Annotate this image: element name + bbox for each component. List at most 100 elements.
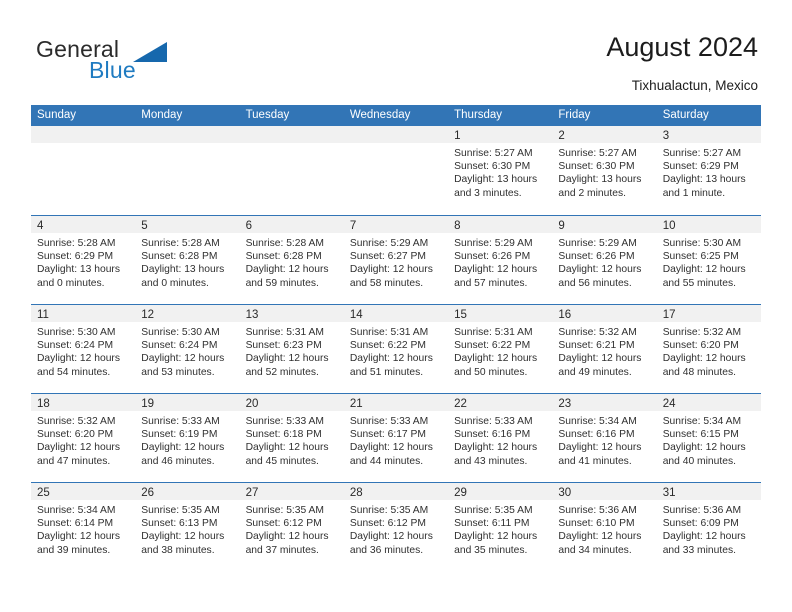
- day-number: 22: [454, 398, 467, 410]
- day-number-band: 20: [239, 394, 344, 411]
- day-number-band: 1: [448, 126, 553, 143]
- sunset-time: Sunset: 6:28 PM: [141, 251, 218, 263]
- day-number-band: [31, 126, 136, 143]
- calendar-day-cell[interactable]: 12 Sunrise: 5:30 AM Sunset: 6:24 PM Dayligh…: [135, 305, 240, 393]
- calendar-day-cell[interactable]: 1 Sunrise: 5:27 AM Sunset: 6:30 PM Daylight…: [448, 126, 553, 215]
- daylight-duration-line2: and 48 minutes.: [662, 366, 736, 378]
- sunset-time: Sunset: 6:18 PM: [245, 429, 322, 441]
- calendar-day-cell[interactable]: 3 Sunrise: 5:27 AM Sunset: 6:29 PM Daylight…: [656, 126, 761, 215]
- daylight-duration-line2: and 58 minutes.: [349, 277, 424, 289]
- weekday-header-sunday: Sunday: [37, 109, 77, 121]
- day-number-band: 31: [656, 483, 761, 500]
- daylight-duration-line1: Daylight: 12 hours: [454, 531, 538, 543]
- sunrise-time: Sunrise: 5:31 AM: [454, 327, 533, 338]
- day-number-band: 14: [343, 305, 449, 322]
- daylight-duration-line2: and 0 minutes.: [141, 277, 209, 289]
- page-header: General Blue August 2024 Tixhualactun, M…: [0, 0, 792, 100]
- daylight-duration-line1: Daylight: 12 hours: [454, 264, 538, 276]
- day-details: Sunrise: 5:34 AM Sunset: 6:15 PM Daylight:…: [657, 411, 761, 468]
- day-number-band: 25: [31, 483, 136, 500]
- calendar-day-cell[interactable]: 26 Sunrise: 5:35 AM Sunset: 6:13 PM Dayligh…: [135, 483, 240, 571]
- calendar-day-cell[interactable]: 9 Sunrise: 5:29 AM Sunset: 6:26 PM Daylight…: [552, 216, 657, 304]
- day-details: Sunrise: 5:29 AM Sunset: 6:26 PM Daylight:…: [448, 233, 552, 290]
- sunset-time: Sunset: 6:24 PM: [37, 340, 114, 352]
- calendar-day-cell[interactable]: 2 Sunrise: 5:27 AM Sunset: 6:30 PM Daylight…: [552, 126, 657, 215]
- calendar-day-cell[interactable]: 11 Sunrise: 5:30 AM Sunset: 6:24 PM Dayligh…: [31, 305, 136, 393]
- sunset-time: Sunset: 6:13 PM: [141, 518, 218, 530]
- daylight-duration-line1: Daylight: 12 hours: [349, 531, 433, 543]
- daylight-duration-line1: Daylight: 12 hours: [662, 531, 746, 543]
- day-details: Sunrise: 5:35 AM Sunset: 6:13 PM Daylight:…: [135, 500, 239, 557]
- sunrise-time: Sunrise: 5:35 AM: [245, 505, 324, 516]
- day-details: Sunrise: 5:31 AM Sunset: 6:22 PM Daylight:…: [448, 322, 552, 379]
- calendar-day-cell[interactable]: 31 Sunrise: 5:36 AM Sunset: 6:09 PM Dayligh…: [656, 483, 761, 571]
- calendar-day-cell-empty: [135, 126, 240, 215]
- day-number: 19: [141, 398, 155, 410]
- calendar-day-cell[interactable]: 14 Sunrise: 5:31 AM Sunset: 6:22 PM Dayligh…: [343, 305, 449, 393]
- calendar-day-cell[interactable]: 30 Sunrise: 5:36 AM Sunset: 6:10 PM Dayligh…: [552, 483, 657, 571]
- daylight-duration-line1: Daylight: 12 hours: [245, 353, 329, 365]
- day-number-band: 8: [448, 216, 553, 233]
- day-details: Sunrise: 5:27 AM Sunset: 6:29 PM Daylight:…: [657, 143, 761, 200]
- calendar-day-cell[interactable]: 16 Sunrise: 5:32 AM Sunset: 6:21 PM Dayligh…: [552, 305, 657, 393]
- day-details: Sunrise: 5:30 AM Sunset: 6:24 PM Daylight:…: [31, 322, 135, 379]
- daylight-duration-line2: and 37 minutes.: [245, 544, 319, 556]
- day-details: Sunrise: 5:34 AM Sunset: 6:16 PM Daylight:…: [552, 411, 656, 468]
- daylight-duration-line1: Daylight: 13 hours: [662, 174, 746, 186]
- calendar-day-cell[interactable]: 18 Sunrise: 5:32 AM Sunset: 6:20 PM Dayligh…: [31, 394, 136, 482]
- daylight-duration-line1: Daylight: 12 hours: [558, 353, 642, 365]
- sunset-time: Sunset: 6:09 PM: [662, 518, 739, 530]
- calendar-day-cell[interactable]: 15 Sunrise: 5:31 AM Sunset: 6:22 PM Dayligh…: [448, 305, 553, 393]
- calendar-day-cell[interactable]: 4 Sunrise: 5:28 AM Sunset: 6:29 PM Daylight…: [31, 216, 136, 304]
- day-details: Sunrise: 5:34 AM Sunset: 6:14 PM Daylight:…: [31, 500, 135, 557]
- day-number-band: 24: [656, 394, 761, 411]
- day-details: Sunrise: 5:29 AM Sunset: 6:26 PM Daylight:…: [552, 233, 656, 290]
- day-number-band: 11: [31, 305, 136, 322]
- calendar-day-cell[interactable]: 25 Sunrise: 5:34 AM Sunset: 6:14 PM Dayligh…: [31, 483, 136, 571]
- day-number-band: 28: [343, 483, 449, 500]
- daylight-duration-line1: Daylight: 12 hours: [245, 264, 329, 276]
- sunrise-time: Sunrise: 5:34 AM: [37, 505, 116, 516]
- calendar-day-cell[interactable]: 6 Sunrise: 5:28 AM Sunset: 6:28 PM Daylight…: [239, 216, 344, 304]
- calendar-day-cell[interactable]: 13 Sunrise: 5:31 AM Sunset: 6:23 PM Dayligh…: [239, 305, 344, 393]
- daylight-duration-line2: and 44 minutes.: [349, 455, 424, 467]
- daylight-duration-line1: Daylight: 12 hours: [662, 442, 746, 454]
- day-number: 7: [349, 220, 357, 232]
- daylight-duration-line1: Daylight: 12 hours: [141, 442, 225, 454]
- calendar-day-cell[interactable]: 7 Sunrise: 5:29 AM Sunset: 6:27 PM Daylight…: [343, 216, 449, 304]
- day-number: 30: [558, 487, 572, 499]
- calendar-day-cell[interactable]: 20 Sunrise: 5:33 AM Sunset: 6:18 PM Dayligh…: [239, 394, 344, 482]
- general-blue-logo[interactable]: General Blue: [36, 36, 226, 84]
- calendar-day-cell[interactable]: 29 Sunrise: 5:35 AM Sunset: 6:11 PM Dayligh…: [448, 483, 553, 571]
- sunrise-time: Sunrise: 5:32 AM: [37, 416, 116, 427]
- day-number-band: 9: [552, 216, 657, 233]
- calendar-day-cell[interactable]: 21 Sunrise: 5:33 AM Sunset: 6:17 PM Dayligh…: [343, 394, 449, 482]
- day-number-band: 30: [552, 483, 657, 500]
- sunrise-time: Sunrise: 5:32 AM: [558, 327, 637, 338]
- calendar-day-cell[interactable]: 17 Sunrise: 5:32 AM Sunset: 6:20 PM Dayligh…: [656, 305, 761, 393]
- calendar-day-cell[interactable]: 27 Sunrise: 5:35 AM Sunset: 6:12 PM Dayligh…: [239, 483, 344, 571]
- day-number-band: 18: [31, 394, 136, 411]
- day-number: 18: [37, 398, 50, 410]
- day-details: Sunrise: 5:35 AM Sunset: 6:11 PM Daylight:…: [448, 500, 552, 557]
- calendar-day-cell[interactable]: 22 Sunrise: 5:33 AM Sunset: 6:16 PM Dayligh…: [448, 394, 553, 482]
- day-details: Sunrise: 5:33 AM Sunset: 6:18 PM Daylight:…: [240, 411, 344, 468]
- daylight-duration-line2: and 41 minutes.: [558, 455, 632, 467]
- weekday-header-saturday: Saturday: [662, 109, 709, 121]
- day-details: Sunrise: 5:28 AM Sunset: 6:29 PM Daylight:…: [31, 233, 135, 290]
- calendar-day-cell[interactable]: 8 Sunrise: 5:29 AM Sunset: 6:26 PM Daylight…: [448, 216, 553, 304]
- calendar-day-cell[interactable]: 28 Sunrise: 5:35 AM Sunset: 6:12 PM Dayligh…: [343, 483, 449, 571]
- calendar-day-cell[interactable]: 5 Sunrise: 5:28 AM Sunset: 6:28 PM Daylight…: [135, 216, 240, 304]
- sunset-time: Sunset: 6:16 PM: [558, 429, 635, 441]
- calendar-day-cell[interactable]: 19 Sunrise: 5:33 AM Sunset: 6:19 PM Dayligh…: [135, 394, 240, 482]
- location-subtitle: Tixhualactun, Mexico: [631, 78, 758, 93]
- weekday-header-wednesday: Wednesday: [349, 109, 411, 121]
- day-number-band: 10: [656, 216, 761, 233]
- day-details: Sunrise: 5:32 AM Sunset: 6:20 PM Daylight:…: [657, 322, 761, 379]
- calendar-day-cell[interactable]: 10 Sunrise: 5:30 AM Sunset: 6:25 PM Dayligh…: [656, 216, 761, 304]
- calendar-day-cell[interactable]: 24 Sunrise: 5:34 AM Sunset: 6:15 PM Dayligh…: [656, 394, 761, 482]
- sunrise-time: Sunrise: 5:35 AM: [454, 505, 533, 516]
- calendar-day-cell[interactable]: 23 Sunrise: 5:34 AM Sunset: 6:16 PM Dayligh…: [552, 394, 657, 482]
- daylight-duration-line1: Daylight: 13 hours: [141, 264, 225, 276]
- sunset-time: Sunset: 6:25 PM: [662, 251, 739, 263]
